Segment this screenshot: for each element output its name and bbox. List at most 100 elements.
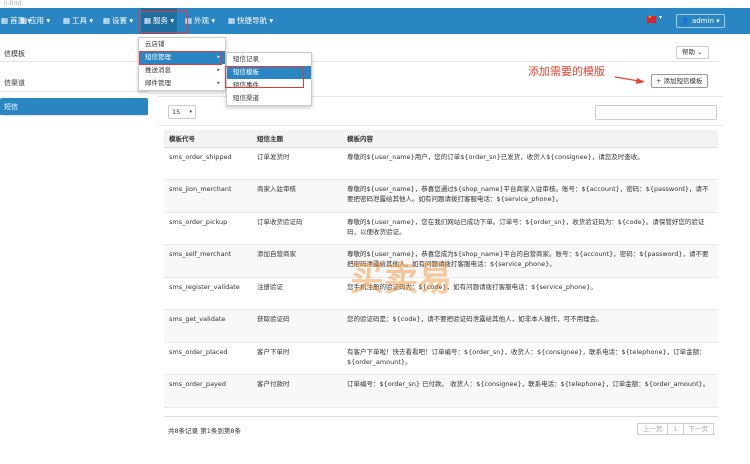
grid-icon: ▦ (144, 16, 152, 25)
table-row[interactable]: sms_order_shipped 订单发货时 尊敬的${user_name}用户，… (164, 147, 718, 180)
submenu-item-sms-channels[interactable]: 短信渠道 (227, 92, 311, 105)
menu-item-push-messages[interactable]: 推送消息 ▸ (139, 64, 225, 77)
sms-template-table: 模板代号 短信主题 模板内容 sms_order_shipped 订单发货时 尊敬的… (164, 130, 718, 408)
caret-icon: ▾ (269, 16, 274, 25)
chevron-right-icon: ▸ (217, 67, 220, 73)
china-flag-icon[interactable] (647, 14, 656, 23)
cell-content: 尊敬的${user_name}，您在我们网站已成功下单。订单号：${order_… (342, 212, 718, 245)
cell-subject: 客户下单时 (252, 342, 342, 375)
table-row[interactable]: sms_register_validate 注册验证 您手机注册的验证码为：${co… (164, 277, 718, 310)
cell-subject: 注册验证 (252, 277, 342, 310)
next-page-button[interactable]: 下一页 (682, 423, 714, 435)
cell-subject: 获取验证码 (252, 309, 342, 343)
cell-content: 订单编号：${order_sn} 已付款。 收货人：${consignee}，联… (342, 374, 718, 408)
nav-apps[interactable]: ▦ 应用 ▾ (20, 8, 50, 34)
caret-icon: ▾ (211, 16, 216, 25)
caret-icon: ▾ (89, 16, 94, 25)
table-row[interactable]: sms_get_validate 获取验证码 您的验证码是：${code}，请不要把… (164, 309, 718, 343)
user-name: admin ▾ (691, 17, 720, 25)
search-input[interactable] (595, 105, 717, 120)
table-row[interactable]: sms_order_pickup 订单收货验证码 尊敬的${user_name}，您… (164, 212, 718, 245)
nav-quick[interactable]: ▦ 快捷导航 ▾ (228, 8, 273, 34)
menu-item-label: 推送消息 (145, 66, 171, 74)
cell-code: sms_order_pickup (164, 212, 252, 245)
menu-item-label: 云店铺 (145, 40, 165, 48)
cell-subject: 客户付款时 (252, 374, 342, 408)
grid-icon: ▦ (185, 16, 193, 25)
top-navbar: ▦ 首页 ▾ ▦ 应用 ▾ ▦ 工具 ▾ ▦ 设置 ▾ ▦ 服务 ▾ ▦ 外观 ▾ ▦ 快捷导… (0, 8, 750, 34)
nav-services[interactable]: ▦ 服务 ▾ (141, 8, 178, 34)
cell-code: sms_jion_merchant (164, 179, 252, 213)
cell-code: sms_register_validate (164, 277, 252, 310)
column-header-subject[interactable]: 短信主题 (252, 130, 342, 148)
nav-appearance-label: 外观 (194, 16, 209, 25)
window-title-strip: ji-timt (0, 0, 750, 8)
annotation-text: 添加需要的模版 (528, 65, 605, 78)
service-dropdown-menu: 云店铺 短信管理 ▸ 推送消息 ▸ 邮件管理 ▸ (138, 37, 226, 91)
submenu-item-sms-records[interactable]: 短信记录 (227, 53, 311, 66)
annotation-arrow-icon (615, 76, 645, 84)
prev-page-button[interactable]: 上一页 (636, 423, 669, 435)
caret-icon: ▾ (170, 16, 175, 25)
table-row[interactable]: sms_self_merchant 添加自营商家 尊敬的${user_name}，恭… (164, 244, 718, 278)
caret-icon: ▾ (46, 16, 51, 25)
cell-content: 有客户下单啦！快去看看吧！订单编号：${order_sn}，收货人：${cons… (342, 342, 718, 375)
table-row[interactable]: sms_order_placed 客户下单时 有客户下单啦！快去看看吧！订单编号：$… (164, 342, 718, 375)
pagination: 上一页 1 下一页 (636, 423, 714, 435)
sidebar-item-sms[interactable]: 短信 (0, 98, 148, 116)
breadcrumb-bar: 信模板 (0, 44, 720, 62)
nav-quick-label: 快捷导航 (237, 16, 267, 25)
menu-item-cloud-store[interactable]: 云店铺 (139, 38, 225, 51)
left-sidebar: 信渠道 短信 (0, 74, 148, 116)
cell-subject: 添加自营商家 (252, 244, 342, 278)
grid-icon: ▦ (228, 16, 236, 25)
menu-item-sms-management[interactable]: 短信管理 ▸ (139, 51, 225, 64)
chevron-down-icon: ▾ (189, 109, 192, 115)
menu-item-label: 短信管理 (145, 53, 171, 61)
cell-code: sms_get_validate (164, 309, 252, 343)
record-summary: 共8条记录 第1条到第8条 (168, 427, 241, 435)
submenu-item-sms-templates[interactable]: 短信模板 (227, 66, 311, 79)
sms-submenu: 短信记录 短信模板 短信事件 短信渠道 (226, 52, 312, 106)
cell-code: sms_self_merchant (164, 244, 252, 278)
nav-settings[interactable]: ▦ 设置 ▾ (103, 8, 133, 34)
column-header-content[interactable]: 模板内容 (342, 130, 718, 148)
column-header-code[interactable]: 模板代号 (164, 130, 252, 148)
menu-item-label: 邮件管理 (145, 79, 171, 87)
cell-code: sms_order_shipped (164, 147, 252, 180)
chevron-right-icon: ▸ (217, 54, 220, 60)
page-number-button[interactable]: 1 (667, 423, 684, 435)
page-size-select[interactable]: 15 ▾ (168, 105, 196, 119)
help-button[interactable]: 帮助 ⌄ (676, 46, 709, 59)
cell-content: 尊敬的${user_name}用户，您的订单${order_sn}已发货，收货人… (342, 147, 718, 180)
cell-content: 您的验证码是：${code}，请不要把验证码泄露给其他人，如非本人操作，可不用理… (342, 309, 718, 343)
breadcrumb: 信模板 (4, 50, 25, 58)
page-size-value: 15 (172, 108, 181, 116)
menu-item-mail-management[interactable]: 邮件管理 ▸ (139, 77, 225, 90)
grid-icon: ▦ (20, 16, 28, 25)
grid-icon: ▦ (63, 16, 71, 25)
nav-services-label: 服务 (153, 16, 168, 25)
cell-code: sms_order_placed (164, 342, 252, 375)
nav-tools-label: 工具 (72, 16, 87, 25)
grid-icon: ▦ (103, 16, 111, 25)
add-sms-template-button[interactable]: + 添加短信模板 (651, 74, 708, 88)
submenu-item-sms-events[interactable]: 短信事件 (227, 79, 311, 92)
cell-content: 尊敬的${user_name}，恭喜您成为${shop_name}平台的自营商家… (342, 244, 718, 278)
cell-code: sms_order_payed (164, 374, 252, 408)
nav-apps-label: 应用 (29, 16, 44, 25)
chevron-right-icon: ▸ (217, 80, 220, 86)
language-caret-icon[interactable]: ▾ (659, 14, 662, 21)
grid-icon: ▦ (1, 16, 9, 25)
cell-content: 您手机注册的验证码为：${code}，如有问题请拨打客服电话：${service… (342, 277, 718, 310)
nav-appearance[interactable]: ▦ 外观 ▾ (185, 8, 215, 34)
cell-subject: 商家入驻审核 (252, 179, 342, 213)
user-menu[interactable]: 👤 admin ▾ (676, 14, 725, 28)
sidebar-item-sms-channel[interactable]: 信渠道 (0, 74, 148, 92)
table-row[interactable]: sms_jion_merchant 商家入驻审核 尊敬的${user_name}，恭… (164, 179, 718, 213)
caret-icon: ▾ (129, 16, 134, 25)
cell-subject: 订单发货时 (252, 147, 342, 180)
nav-tools[interactable]: ▦ 工具 ▾ (63, 8, 93, 34)
table-row[interactable]: sms_order_payed 客户付款时 订单编号：${order_sn} 已付款… (164, 374, 718, 408)
nav-settings-label: 设置 (112, 16, 127, 25)
